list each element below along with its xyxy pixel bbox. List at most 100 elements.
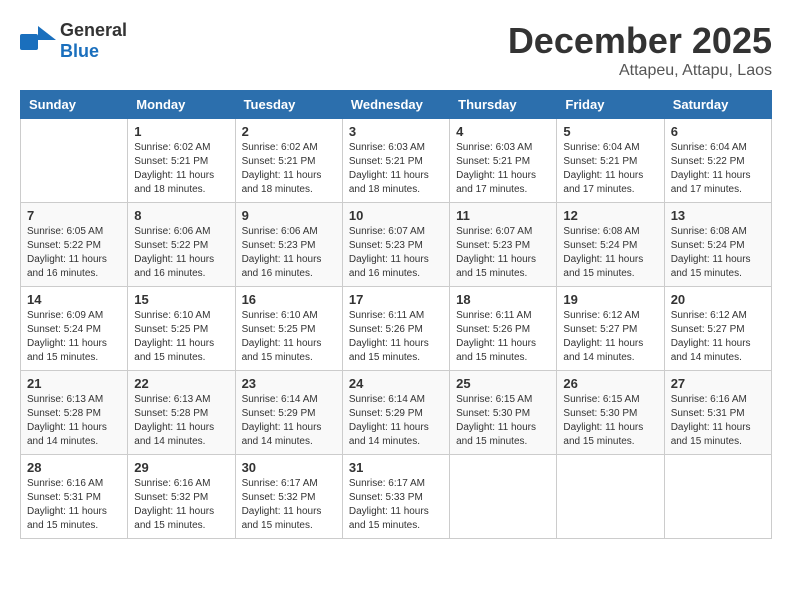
daylight-text-1: Daylight: 11 hours — [242, 170, 322, 181]
page-header: General Blue December 2025 Attapeu, Atta… — [20, 20, 772, 80]
sunset-text: Sunset: 5:25 PM — [242, 324, 316, 335]
day-number: 30 — [242, 460, 336, 475]
sunrise-text: Sunrise: 6:15 AM — [563, 394, 639, 405]
daylight-text-2: and 16 minutes. — [134, 268, 205, 279]
day-number: 14 — [27, 292, 121, 307]
sunrise-text: Sunrise: 6:13 AM — [134, 394, 210, 405]
day-info: Sunrise: 6:06 AMSunset: 5:22 PMDaylight:… — [134, 225, 228, 281]
day-number: 21 — [27, 376, 121, 391]
daylight-text-2: and 14 minutes. — [671, 352, 742, 363]
calendar-cell: 14Sunrise: 6:09 AMSunset: 5:24 PMDayligh… — [21, 287, 128, 371]
sunset-text: Sunset: 5:21 PM — [349, 156, 423, 167]
calendar-week-row: 7Sunrise: 6:05 AMSunset: 5:22 PMDaylight… — [21, 203, 772, 287]
day-info: Sunrise: 6:02 AMSunset: 5:21 PMDaylight:… — [242, 141, 336, 197]
calendar-header-row: SundayMondayTuesdayWednesdayThursdayFrid… — [21, 91, 772, 119]
day-info: Sunrise: 6:13 AMSunset: 5:28 PMDaylight:… — [27, 393, 121, 449]
daylight-text-2: and 16 minutes. — [242, 268, 313, 279]
daylight-text-1: Daylight: 11 hours — [671, 170, 751, 181]
daylight-text-2: and 15 minutes. — [349, 352, 420, 363]
sunrise-text: Sunrise: 6:07 AM — [349, 226, 425, 237]
sunrise-text: Sunrise: 6:02 AM — [134, 142, 210, 153]
day-number: 19 — [563, 292, 657, 307]
sunrise-text: Sunrise: 6:06 AM — [242, 226, 318, 237]
day-info: Sunrise: 6:17 AMSunset: 5:33 PMDaylight:… — [349, 477, 443, 533]
weekday-header: Saturday — [664, 91, 771, 119]
daylight-text-2: and 15 minutes. — [671, 268, 742, 279]
sunset-text: Sunset: 5:27 PM — [671, 324, 745, 335]
sunrise-text: Sunrise: 6:08 AM — [671, 226, 747, 237]
calendar-cell — [557, 455, 664, 539]
day-number: 1 — [134, 124, 228, 139]
calendar-cell: 17Sunrise: 6:11 AMSunset: 5:26 PMDayligh… — [342, 287, 449, 371]
daylight-text-1: Daylight: 11 hours — [563, 338, 643, 349]
daylight-text-2: and 15 minutes. — [456, 436, 527, 447]
day-number: 2 — [242, 124, 336, 139]
day-number: 12 — [563, 208, 657, 223]
day-number: 24 — [349, 376, 443, 391]
day-info: Sunrise: 6:12 AMSunset: 5:27 PMDaylight:… — [563, 309, 657, 365]
sunrise-text: Sunrise: 6:11 AM — [456, 310, 531, 321]
day-number: 16 — [242, 292, 336, 307]
calendar-cell: 1 Sunrise: 6:02 AMSunset: 5:21 PMDaylight… — [128, 119, 235, 203]
sunset-text: Sunset: 5:26 PM — [456, 324, 530, 335]
daylight-text-2: and 17 minutes. — [456, 184, 527, 195]
day-number: 17 — [349, 292, 443, 307]
sunrise-text: Sunrise: 6:16 AM — [134, 478, 210, 489]
day-info: Sunrise: 6:03 AMSunset: 5:21 PMDaylight:… — [456, 141, 550, 197]
calendar-cell: 22Sunrise: 6:13 AMSunset: 5:28 PMDayligh… — [128, 371, 235, 455]
sunrise-text: Sunrise: 6:08 AM — [563, 226, 639, 237]
sunrise-text: Sunrise: 6:16 AM — [671, 394, 747, 405]
day-info: Sunrise: 6:14 AMSunset: 5:29 PMDaylight:… — [349, 393, 443, 449]
daylight-text-2: and 15 minutes. — [242, 520, 313, 531]
daylight-text-1: Daylight: 11 hours — [134, 338, 214, 349]
month-title: December 2025 — [508, 20, 772, 62]
daylight-text-1: Daylight: 11 hours — [349, 254, 429, 265]
daylight-text-1: Daylight: 11 hours — [349, 338, 429, 349]
day-number: 15 — [134, 292, 228, 307]
calendar-cell: 13Sunrise: 6:08 AMSunset: 5:24 PMDayligh… — [664, 203, 771, 287]
day-info: Sunrise: 6:15 AMSunset: 5:30 PMDaylight:… — [456, 393, 550, 449]
sunrise-text: Sunrise: 6:03 AM — [456, 142, 532, 153]
weekday-header: Sunday — [21, 91, 128, 119]
sunset-text: Sunset: 5:28 PM — [134, 408, 208, 419]
sunset-text: Sunset: 5:22 PM — [27, 240, 101, 251]
sunrise-text: Sunrise: 6:13 AM — [27, 394, 103, 405]
day-info: Sunrise: 6:02 AMSunset: 5:21 PMDaylight:… — [134, 141, 228, 197]
daylight-text-2: and 15 minutes. — [456, 352, 527, 363]
sunset-text: Sunset: 5:28 PM — [27, 408, 101, 419]
day-number: 31 — [349, 460, 443, 475]
day-number: 25 — [456, 376, 550, 391]
daylight-text-1: Daylight: 11 hours — [349, 422, 429, 433]
calendar-cell: 5Sunrise: 6:04 AMSunset: 5:21 PMDaylight… — [557, 119, 664, 203]
sunset-text: Sunset: 5:23 PM — [242, 240, 316, 251]
day-number: 23 — [242, 376, 336, 391]
daylight-text-2: and 16 minutes. — [27, 268, 98, 279]
sunset-text: Sunset: 5:27 PM — [563, 324, 637, 335]
day-number: 5 — [563, 124, 657, 139]
sunset-text: Sunset: 5:21 PM — [242, 156, 316, 167]
sunset-text: Sunset: 5:30 PM — [456, 408, 530, 419]
calendar-week-row: 1Sunrise: 6:02 AMSunset: 5:21 PMDaylight… — [21, 119, 772, 203]
daylight-text-2: and 17 minutes. — [671, 184, 742, 195]
day-number: 4 — [456, 124, 550, 139]
sunrise-text: Sunrise: 6:11 AM — [349, 310, 424, 321]
day-number: 22 — [134, 376, 228, 391]
day-info: Sunrise: 6:05 AMSunset: 5:22 PMDaylight:… — [27, 225, 121, 281]
daylight-text-2: and 15 minutes. — [349, 520, 420, 531]
day-info: Sunrise: 6:08 AMSunset: 5:24 PMDaylight:… — [671, 225, 765, 281]
calendar-cell: 28Sunrise: 6:16 AMSunset: 5:31 PMDayligh… — [21, 455, 128, 539]
sunrise-text: Sunrise: 6:03 AM — [349, 142, 425, 153]
daylight-text-1: Daylight: 11 hours — [349, 170, 429, 181]
day-info: Sunrise: 6:13 AMSunset: 5:28 PMDaylight:… — [134, 393, 228, 449]
sunrise-text: Sunrise: 6:10 AM — [242, 310, 318, 321]
day-number: 10 — [349, 208, 443, 223]
calendar-cell: 15Sunrise: 6:10 AMSunset: 5:25 PMDayligh… — [128, 287, 235, 371]
day-info: Sunrise: 6:07 AMSunset: 5:23 PMDaylight:… — [349, 225, 443, 281]
day-number: 20 — [671, 292, 765, 307]
sunset-text: Sunset: 5:22 PM — [134, 240, 208, 251]
calendar-cell: 6Sunrise: 6:04 AMSunset: 5:22 PMDaylight… — [664, 119, 771, 203]
daylight-text-2: and 15 minutes. — [242, 352, 313, 363]
logo-general: General — [60, 20, 127, 40]
day-info: Sunrise: 6:04 AMSunset: 5:22 PMDaylight:… — [671, 141, 765, 197]
sunrise-text: Sunrise: 6:10 AM — [134, 310, 210, 321]
